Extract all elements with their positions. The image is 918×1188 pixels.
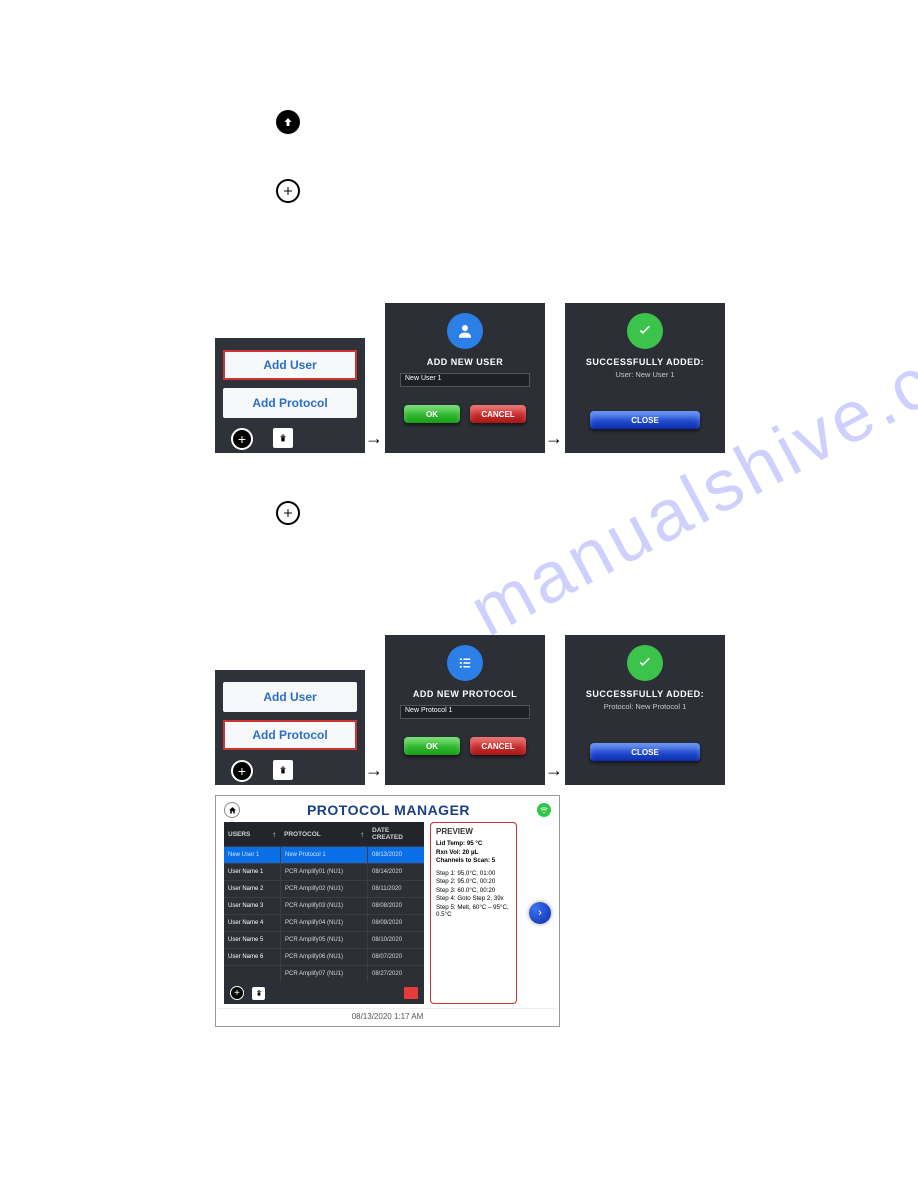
dialog-title: SUCCESSFULLY ADDED: xyxy=(586,357,704,367)
preview-lid: Lid Temp: 95 °C xyxy=(436,840,482,847)
cell-protocol: New Protocol 1 xyxy=(280,847,368,863)
cell-user: User Name 6 xyxy=(224,949,280,965)
arrow-icon: → xyxy=(365,428,383,449)
cell-user: User Name 1 xyxy=(224,864,280,880)
cell-user: User Name 2 xyxy=(224,881,280,897)
table-header: USERS ↑ PROTOCOL ↑ DATE CREATED xyxy=(224,822,424,846)
ok-button[interactable]: OK xyxy=(404,737,460,755)
col-users[interactable]: USERS xyxy=(228,831,250,838)
add-user-dialog: ADD NEW USER New User 1 OK CANCEL xyxy=(385,303,545,453)
protocol-icon xyxy=(447,645,483,681)
protocol-table: USERS ↑ PROTOCOL ↑ DATE CREATED New User 1… xyxy=(224,822,424,1004)
table-row[interactable]: User Name 1PCR Amplify01 (NU1)08/14/2020 xyxy=(224,863,424,880)
table-row[interactable]: User Name 3PCR Amplify03 (NU1)08/08/2020 xyxy=(224,897,424,914)
status-time: 08/13/2020 1:17 AM xyxy=(218,1008,557,1024)
sort-icon[interactable]: ↑ xyxy=(360,830,364,839)
add-user-option[interactable]: Add User xyxy=(223,350,357,380)
add-user-option[interactable]: Add User xyxy=(223,682,357,712)
page-title: PROTOCOL MANAGER xyxy=(240,802,537,818)
preview-step: Step 2: 95.0°C, 00:20 xyxy=(436,878,511,885)
protocol-manager-window: PROTOCOL MANAGER USERS ↑ PROTOCOL ↑ DATE C… xyxy=(215,795,560,1027)
preview-title: PREVIEW xyxy=(436,827,511,836)
cell-protocol: PCR Amplify03 (NU1) xyxy=(280,898,368,914)
cell-date: 08/09/2020 xyxy=(368,915,424,931)
popup-menu-1: Add User Add Protocol + xyxy=(215,338,365,453)
preview-step: Step 5: Melt, 60°C – 95°C, 0.5°C xyxy=(436,904,511,918)
table-row[interactable]: User Name 5PCR Amplify05 (NU1)08/10/2020 xyxy=(224,931,424,948)
dialog-subtitle: User: New User 1 xyxy=(615,370,674,379)
cell-protocol: PCR Amplify07 (NU1) xyxy=(280,966,368,982)
cell-date: 08/27/2020 xyxy=(368,966,424,982)
new-user-input[interactable]: New User 1 xyxy=(400,373,530,387)
dialog-title: SUCCESSFULLY ADDED: xyxy=(586,689,704,699)
close-button[interactable]: CLOSE xyxy=(590,743,700,761)
user-icon xyxy=(447,313,483,349)
add-icon[interactable]: + xyxy=(231,428,253,450)
plus-icon xyxy=(276,179,300,203)
preview-panel: PREVIEW Lid Temp: 95 °C Rxn Vol: 20 µL C… xyxy=(430,822,517,1004)
add-protocol-option[interactable]: Add Protocol xyxy=(223,388,357,418)
popup-menu-2: Add User Add Protocol + xyxy=(215,670,365,785)
cell-date: 08/13/2020 xyxy=(368,847,424,863)
cell-user: User Name 3 xyxy=(224,898,280,914)
cell-user: New User 1 xyxy=(224,847,280,863)
table-row[interactable]: User Name 6PCR Amplify06 (NU1)08/07/2020 xyxy=(224,948,424,965)
check-icon xyxy=(627,313,663,349)
cell-protocol: PCR Amplify05 (NU1) xyxy=(280,932,368,948)
folder-delete-icon[interactable] xyxy=(404,987,418,999)
preview-step: Step 1: 95.0°C, 01:00 xyxy=(436,870,511,877)
table-row[interactable]: User Name 4PCR Amplify04 (NU1)08/09/2020 xyxy=(224,914,424,931)
add-protocol-option[interactable]: Add Protocol xyxy=(223,720,357,750)
table-row[interactable]: PCR Amplify07 (NU1)08/27/2020 xyxy=(224,965,424,982)
cell-user: User Name 5 xyxy=(224,932,280,948)
ok-button[interactable]: OK xyxy=(404,405,460,423)
add-user-success: SUCCESSFULLY ADDED: User: New User 1 CLO… xyxy=(565,303,725,453)
sort-icon[interactable]: ↑ xyxy=(272,830,276,839)
col-date[interactable]: DATE CREATED xyxy=(368,822,424,846)
col-protocol[interactable]: PROTOCOL xyxy=(284,831,321,838)
dialog-title: ADD NEW USER xyxy=(427,357,504,367)
preview-step: Step 3: 60.0°C, 00:20 xyxy=(436,887,511,894)
plus-icon xyxy=(276,501,300,525)
preview-chan: Channels to Scan: 5 xyxy=(436,857,495,864)
cell-date: 08/07/2020 xyxy=(368,949,424,965)
arrow-icon: → xyxy=(545,428,563,449)
cancel-button[interactable]: CANCEL xyxy=(470,405,526,423)
arrow-icon: → xyxy=(365,760,383,781)
delete-icon[interactable] xyxy=(252,987,265,1000)
dialog-subtitle: Protocol: New Protocol 1 xyxy=(604,702,687,711)
table-row[interactable]: User Name 2PCR Amplify02 (NU1)08/11/2020 xyxy=(224,880,424,897)
table-row[interactable]: New User 1New Protocol 108/13/2020 xyxy=(224,846,424,863)
add-icon[interactable]: + xyxy=(231,760,253,782)
add-protocol-dialog: ADD NEW PROTOCOL New Protocol 1 OK CANCE… xyxy=(385,635,545,785)
add-icon[interactable]: + xyxy=(230,986,244,1000)
cell-date: 08/11/2020 xyxy=(368,881,424,897)
close-button[interactable]: CLOSE xyxy=(590,411,700,429)
wifi-icon xyxy=(537,803,551,817)
cell-user xyxy=(224,966,280,982)
cell-date: 08/08/2020 xyxy=(368,898,424,914)
dialog-title: ADD NEW PROTOCOL xyxy=(413,689,517,699)
arrow-icon: → xyxy=(545,760,563,781)
check-icon xyxy=(627,645,663,681)
cell-protocol: PCR Amplify01 (NU1) xyxy=(280,864,368,880)
delete-icon[interactable] xyxy=(273,760,293,780)
preview-rxn: Rxn Vol: 20 µL xyxy=(436,849,478,856)
cell-protocol: PCR Amplify06 (NU1) xyxy=(280,949,368,965)
cancel-button[interactable]: CANCEL xyxy=(470,737,526,755)
new-protocol-input[interactable]: New Protocol 1 xyxy=(400,705,530,719)
cell-protocol: PCR Amplify04 (NU1) xyxy=(280,915,368,931)
home-button[interactable] xyxy=(224,802,240,818)
preview-step: Step 4: Goto Step 2, 39x xyxy=(436,895,511,902)
next-button[interactable]: › xyxy=(529,902,551,924)
cell-protocol: PCR Amplify02 (NU1) xyxy=(280,881,368,897)
add-protocol-success: SUCCESSFULLY ADDED: Protocol: New Protoc… xyxy=(565,635,725,785)
up-arrow-icon xyxy=(276,110,300,134)
cell-date: 08/14/2020 xyxy=(368,864,424,880)
delete-icon[interactable] xyxy=(273,428,293,448)
cell-user: User Name 4 xyxy=(224,915,280,931)
cell-date: 08/10/2020 xyxy=(368,932,424,948)
